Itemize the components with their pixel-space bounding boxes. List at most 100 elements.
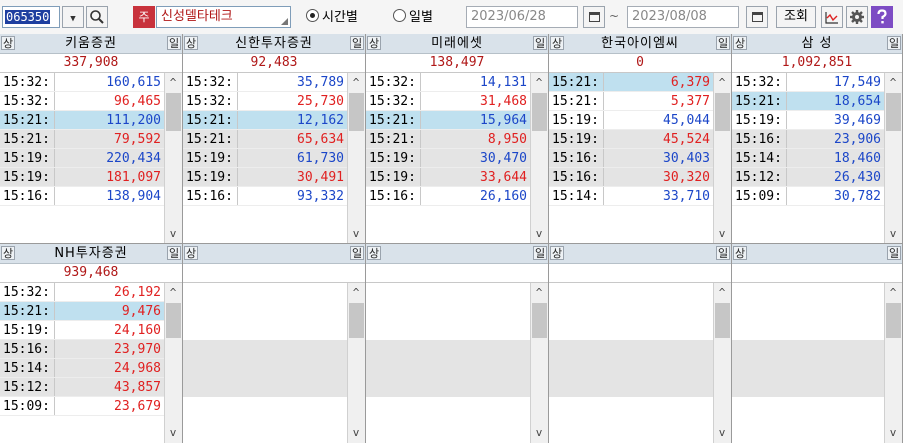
sell-flag-button[interactable]: 상: [733, 36, 747, 50]
broker-name: 키움증권: [65, 36, 117, 51]
date-from-text: 2023/06/28: [471, 9, 546, 24]
table-row: 15:32: 160,615: [0, 73, 165, 92]
table-row: 15:21: 6,379: [549, 73, 714, 92]
radio-time[interactable]: 시간별: [306, 9, 358, 26]
scroll-down-icon[interactable]: v: [531, 425, 547, 441]
vertical-scrollbar[interactable]: ^ v: [884, 283, 902, 443]
scroll-up-icon[interactable]: ^: [885, 285, 901, 301]
settings-button[interactable]: [846, 6, 868, 28]
table-row: 15:16: 23,906: [732, 130, 885, 149]
row-time: 15:19:: [186, 170, 233, 185]
empty-row: [732, 416, 885, 435]
vertical-scrollbar[interactable]: ^ v: [164, 283, 182, 443]
scroll-down-icon[interactable]: v: [885, 226, 901, 242]
scroll-up-icon[interactable]: ^: [348, 285, 364, 301]
scroll-thumb[interactable]: [715, 303, 730, 338]
stock-code-input[interactable]: 065350: [2, 6, 60, 28]
broker-panel: 상 미래에셋 일 138,497 15:32: 14,131 15:32: 31,468 15:…: [366, 34, 549, 244]
gear-icon: [850, 10, 864, 24]
scroll-down-icon[interactable]: v: [714, 226, 730, 242]
chart-button[interactable]: [821, 6, 843, 28]
scroll-down-icon[interactable]: v: [348, 425, 364, 441]
sell-flag-button[interactable]: 상: [184, 246, 198, 260]
daily-flag-button[interactable]: 일: [887, 246, 901, 260]
data-rows: 15:32: 35,789 15:32: 25,730 15:21: 12,162 15:2…: [183, 73, 348, 206]
daily-flag-button[interactable]: 일: [887, 36, 901, 50]
scroll-thumb[interactable]: [715, 93, 730, 131]
scroll-thumb[interactable]: [349, 93, 364, 131]
sell-flag-button[interactable]: 상: [1, 246, 15, 260]
scroll-up-icon[interactable]: ^: [531, 75, 547, 91]
row-divider: [786, 130, 787, 148]
table-row: 15:16: 93,332: [183, 187, 348, 206]
empty-row: [549, 416, 714, 435]
daily-flag-button[interactable]: 일: [167, 246, 181, 260]
scroll-down-icon[interactable]: v: [531, 226, 547, 242]
radio-day-label: 일별: [409, 10, 433, 25]
row-volume: 138,904: [106, 189, 161, 204]
scroll-down-icon[interactable]: v: [714, 425, 730, 441]
scroll-up-icon[interactable]: ^: [165, 75, 181, 91]
scroll-thumb[interactable]: [166, 93, 181, 131]
scroll-down-icon[interactable]: v: [885, 425, 901, 441]
vertical-scrollbar[interactable]: ^ v: [530, 283, 548, 443]
sell-flag-button[interactable]: 상: [550, 246, 564, 260]
row-time: 15:14:: [3, 361, 50, 376]
empty-row: [549, 283, 714, 302]
scroll-down-icon[interactable]: v: [165, 425, 181, 441]
table-row: 15:32: 35,789: [183, 73, 348, 92]
scroll-thumb[interactable]: [349, 303, 364, 338]
table-row: 15:19: 45,524: [549, 130, 714, 149]
scroll-thumb[interactable]: [532, 303, 547, 338]
stock-name-field[interactable]: 신성델타테크: [156, 6, 291, 28]
search-button[interactable]: [86, 6, 108, 28]
table-row: 15:09: 30,782: [732, 187, 885, 206]
scroll-down-icon[interactable]: v: [348, 226, 364, 242]
vertical-scrollbar[interactable]: ^ v: [713, 283, 731, 443]
help-button[interactable]: [871, 6, 893, 28]
sell-flag-button[interactable]: 상: [1, 36, 15, 50]
daily-flag-button[interactable]: 일: [167, 36, 181, 50]
empty-rows: [732, 283, 885, 435]
panel-header: 상 한국아이엠씨 일: [549, 34, 731, 54]
daily-flag-button[interactable]: 일: [716, 36, 730, 50]
sell-flag-button[interactable]: 상: [733, 246, 747, 260]
sell-flag-button[interactable]: 상: [367, 36, 381, 50]
sell-flag-button[interactable]: 상: [550, 36, 564, 50]
scroll-up-icon[interactable]: ^: [885, 75, 901, 91]
vertical-scrollbar[interactable]: ^ v: [530, 73, 548, 243]
scroll-down-icon[interactable]: v: [165, 226, 181, 242]
daily-flag-button[interactable]: 일: [533, 246, 547, 260]
daily-flag-button[interactable]: 일: [716, 246, 730, 260]
table-row: 15:21: 65,634: [183, 130, 348, 149]
calendar-icon: [752, 12, 763, 22]
query-button[interactable]: 조회: [776, 6, 816, 28]
vertical-scrollbar[interactable]: ^ v: [347, 73, 365, 243]
calendar-to-button[interactable]: [746, 6, 768, 28]
scroll-up-icon[interactable]: ^: [714, 285, 730, 301]
table-row: 15:32: 26,192: [0, 283, 165, 302]
vertical-scrollbar[interactable]: ^ v: [884, 73, 902, 243]
scroll-up-icon[interactable]: ^: [165, 285, 181, 301]
sell-flag-button[interactable]: 상: [367, 246, 381, 260]
radio-day[interactable]: 일별: [393, 9, 433, 26]
vertical-scrollbar[interactable]: ^ v: [164, 73, 182, 243]
calendar-from-button[interactable]: [583, 6, 605, 28]
daily-flag-button[interactable]: 일: [350, 246, 364, 260]
daily-flag-button[interactable]: 일: [350, 36, 364, 50]
code-dropdown-button[interactable]: ▼: [62, 6, 84, 28]
scroll-thumb[interactable]: [532, 93, 547, 131]
scroll-thumb[interactable]: [886, 93, 901, 131]
daily-flag-button[interactable]: 일: [533, 36, 547, 50]
date-to-field[interactable]: 2023/08/08: [627, 6, 739, 28]
vertical-scrollbar[interactable]: ^ v: [713, 73, 731, 243]
scroll-thumb[interactable]: [886, 303, 901, 338]
empty-row: [732, 378, 885, 397]
scroll-up-icon[interactable]: ^: [348, 75, 364, 91]
sell-flag-button[interactable]: 상: [184, 36, 198, 50]
scroll-thumb[interactable]: [166, 303, 181, 338]
scroll-up-icon[interactable]: ^: [531, 285, 547, 301]
date-from-field[interactable]: 2023/06/28: [466, 6, 578, 28]
vertical-scrollbar[interactable]: ^ v: [347, 283, 365, 443]
scroll-up-icon[interactable]: ^: [714, 75, 730, 91]
